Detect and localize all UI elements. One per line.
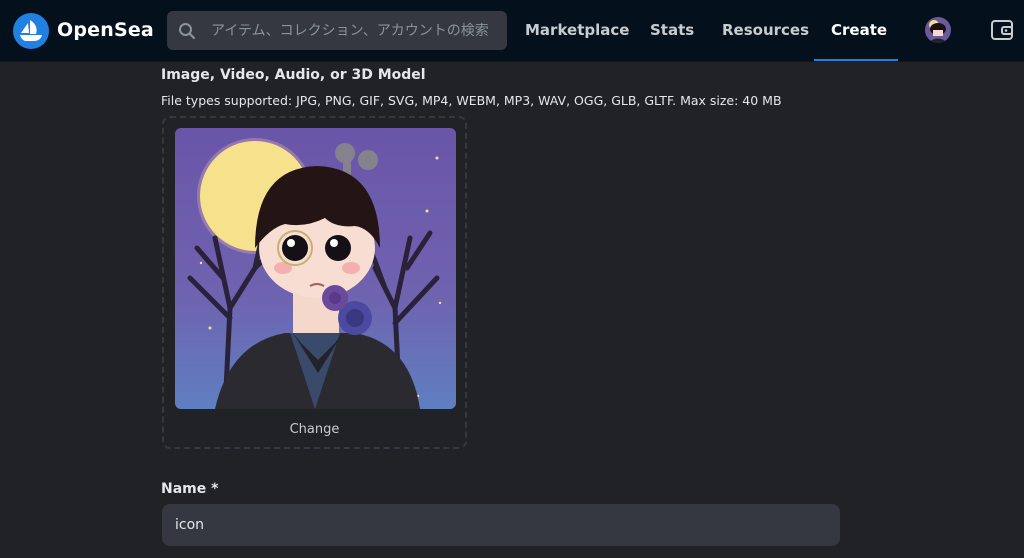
opensea-logo-icon[interactable] <box>12 12 50 50</box>
nav-create[interactable]: Create <box>831 21 887 39</box>
uploaded-image-preview[interactable] <box>175 128 456 409</box>
search-icon <box>179 23 196 40</box>
top-navbar: OpenSea Marketplace Stats Resources Crea… <box>0 0 1024 61</box>
name-field-label: Name * <box>161 481 219 497</box>
nav-marketplace[interactable]: Marketplace <box>525 21 629 39</box>
name-input[interactable] <box>175 505 825 545</box>
brand-name[interactable]: OpenSea <box>57 19 154 41</box>
search-input[interactable] <box>211 11 497 50</box>
profile-avatar[interactable] <box>925 17 951 43</box>
search-bar[interactable] <box>167 11 507 50</box>
name-field[interactable] <box>162 504 840 546</box>
change-media-button[interactable]: Change <box>162 422 467 437</box>
file-types-description: File types supported: JPG, PNG, GIF, SVG… <box>161 93 782 108</box>
nav-stats[interactable]: Stats <box>650 21 694 39</box>
wallet-icon[interactable] <box>990 18 1014 42</box>
nav-resources[interactable]: Resources <box>722 21 809 39</box>
upload-section-title: Image, Video, Audio, or 3D Model <box>161 67 426 83</box>
active-tab-indicator <box>814 59 898 61</box>
